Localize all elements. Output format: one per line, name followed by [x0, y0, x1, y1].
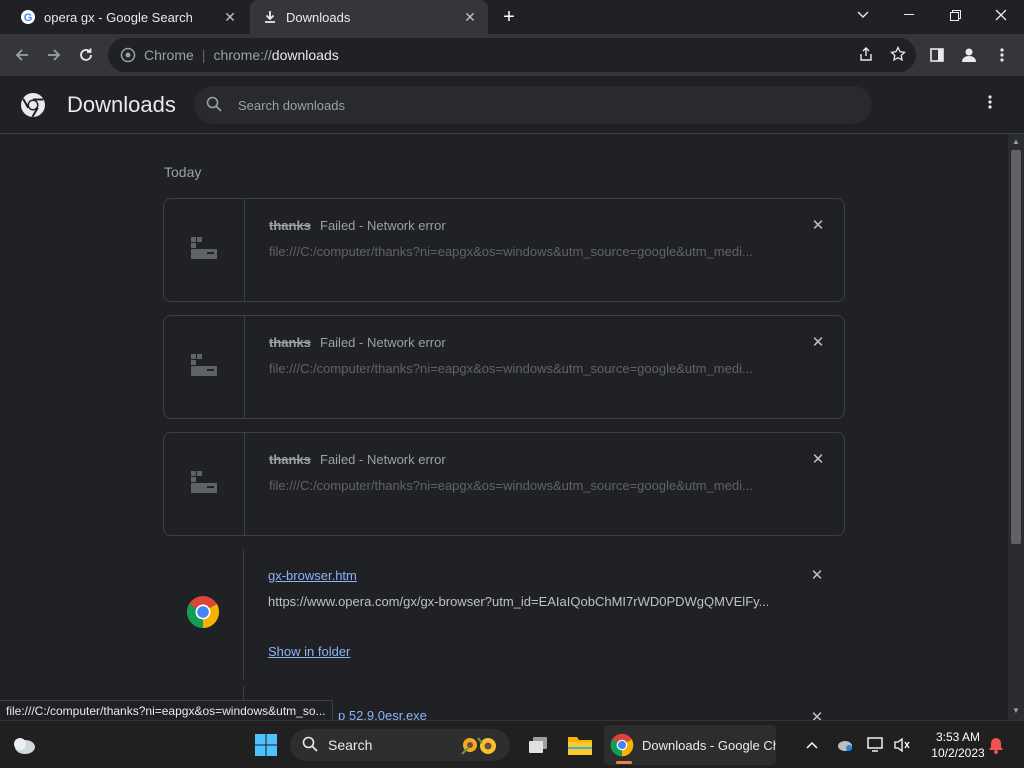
- url-path: downloads: [271, 47, 339, 63]
- share-icon[interactable]: [855, 43, 877, 65]
- page-scrollbar[interactable]: ▲ ▼: [1008, 134, 1024, 720]
- clock-date: 10/2/2023: [931, 746, 985, 760]
- remove-item-icon[interactable]: ✕: [808, 450, 828, 470]
- volume-muted-icon[interactable]: [892, 735, 912, 755]
- close-window-button[interactable]: [978, 0, 1024, 30]
- onedrive-icon[interactable]: [834, 735, 854, 755]
- download-url: file:///C:/computer/thanks?ni=eapgx&os=w…: [269, 244, 753, 259]
- file-icon-column: [163, 549, 244, 679]
- omnibox-divider: |: [201, 47, 206, 63]
- close-tab-icon[interactable]: ✕: [460, 7, 480, 27]
- taskbar-chrome-window[interactable]: Downloads - Google Ch: [604, 725, 776, 765]
- scroll-down-icon[interactable]: ▼: [1011, 706, 1021, 716]
- taskbar-search-label: Search: [328, 737, 373, 753]
- file-icon-column: [164, 433, 245, 535]
- download-file-link[interactable]: p 52.9.0esr.exe: [338, 708, 427, 720]
- download-item: thanks Failed - Network error file:///C:…: [163, 432, 845, 536]
- download-url: file:///C:/computer/thanks?ni=eapgx&os=w…: [269, 478, 753, 493]
- file-icon-column: [164, 316, 245, 418]
- system-clock[interactable]: 3:53 AM 10/2/2023: [920, 729, 996, 761]
- search-icon: [302, 736, 318, 755]
- downloads-list: Today thanks Failed - Network error file…: [0, 134, 1008, 720]
- tab-search-icon[interactable]: [840, 0, 886, 30]
- active-window-indicator: [616, 761, 632, 764]
- chrome-site-icon: [120, 47, 136, 63]
- address-bar[interactable]: Chrome | chrome://downloads: [108, 38, 916, 72]
- task-view-icon[interactable]: [522, 729, 554, 761]
- search-icon: [206, 96, 224, 114]
- close-tab-icon[interactable]: ✕: [220, 7, 240, 27]
- download-item: gx-browser.htm https://www.opera.com/gx/…: [163, 549, 845, 679]
- new-tab-button[interactable]: +: [498, 6, 520, 28]
- remove-item-icon[interactable]: ✕: [807, 566, 827, 586]
- search-downloads-box[interactable]: [194, 86, 872, 124]
- chrome-logo-icon: [20, 92, 46, 118]
- failed-file-icon: [189, 235, 219, 266]
- restore-button[interactable]: [932, 0, 978, 30]
- download-icon: [262, 9, 278, 25]
- clock-time: 3:53 AM: [935, 730, 981, 744]
- download-file-name: thanks: [269, 452, 311, 467]
- search-downloads-input[interactable]: [238, 97, 838, 113]
- remove-item-icon[interactable]: ✕: [807, 708, 827, 720]
- download-file-link[interactable]: gx-browser.htm: [268, 568, 357, 583]
- chrome-icon: [610, 733, 634, 757]
- reload-button[interactable]: [73, 42, 99, 68]
- taskbar-search[interactable]: Search: [290, 729, 510, 761]
- page-title: Downloads: [67, 92, 176, 117]
- scroll-thumb[interactable]: [1011, 150, 1021, 544]
- link-status-bar: file:///C:/computer/thanks?ni=eapgx&os=w…: [0, 700, 333, 720]
- file-explorer-icon[interactable]: [564, 729, 596, 761]
- tab-title: opera gx - Google Search: [44, 9, 193, 25]
- forward-button[interactable]: [41, 42, 67, 68]
- windows-start-icon[interactable]: [250, 729, 282, 761]
- svg-text:G: G: [24, 12, 33, 24]
- chrome-menu-icon[interactable]: [991, 44, 1013, 66]
- back-button[interactable]: [9, 42, 35, 68]
- download-status: Failed - Network error: [320, 452, 446, 467]
- remove-item-icon[interactable]: ✕: [808, 333, 828, 353]
- remove-item-icon[interactable]: ✕: [808, 216, 828, 236]
- tab-strip: G opera gx - Google Search ✕ Downloads ✕…: [0, 0, 1024, 34]
- browser-toolbar: Chrome | chrome://downloads: [0, 34, 1024, 76]
- url-scheme: chrome://: [213, 47, 272, 63]
- scroll-up-icon[interactable]: ▲: [1011, 137, 1021, 147]
- download-url: https://www.opera.com/gx/gx-browser?utm_…: [268, 594, 768, 609]
- download-file-name: thanks: [269, 218, 311, 233]
- download-status: Failed - Network error: [320, 335, 446, 350]
- tab-downloads[interactable]: Downloads ✕: [250, 0, 488, 34]
- windows-taskbar: Search Downloads - Google Ch 3:53 AM 10/…: [0, 720, 1024, 768]
- google-icon: G: [20, 9, 36, 25]
- site-chip: Chrome: [144, 47, 194, 63]
- failed-file-icon: [189, 352, 219, 383]
- download-url: file:///C:/computer/thanks?ni=eapgx&os=w…: [269, 361, 753, 376]
- failed-file-icon: [189, 469, 219, 500]
- bookmark-star-icon[interactable]: [887, 43, 909, 65]
- network-icon[interactable]: [866, 735, 886, 755]
- show-in-folder-link[interactable]: Show in folder: [268, 644, 350, 659]
- show-hidden-icons-chevron-icon[interactable]: [802, 735, 822, 755]
- notification-bell-icon[interactable]: [986, 735, 1006, 755]
- tab-google-search[interactable]: G opera gx - Google Search ✕: [8, 0, 248, 34]
- profile-icon[interactable]: [958, 44, 980, 66]
- download-file-name: thanks: [269, 335, 311, 350]
- download-item: thanks Failed - Network error file:///C:…: [163, 198, 845, 302]
- tab-title: Downloads: [286, 9, 351, 25]
- download-item: thanks Failed - Network error file:///C:…: [163, 315, 845, 419]
- weather-icon[interactable]: [8, 729, 40, 761]
- download-status: Failed - Network error: [320, 218, 446, 233]
- sunflower-icon: [458, 734, 502, 759]
- downloads-header: Downloads: [0, 76, 1024, 134]
- minimize-button[interactable]: [886, 0, 932, 30]
- date-section-label: Today: [164, 164, 202, 180]
- taskbar-window-title: Downloads - Google Ch: [642, 737, 776, 753]
- chrome-file-icon: [186, 595, 220, 634]
- side-panel-icon[interactable]: [926, 44, 948, 66]
- file-icon-column: [164, 199, 245, 301]
- more-actions-icon[interactable]: [980, 94, 1000, 116]
